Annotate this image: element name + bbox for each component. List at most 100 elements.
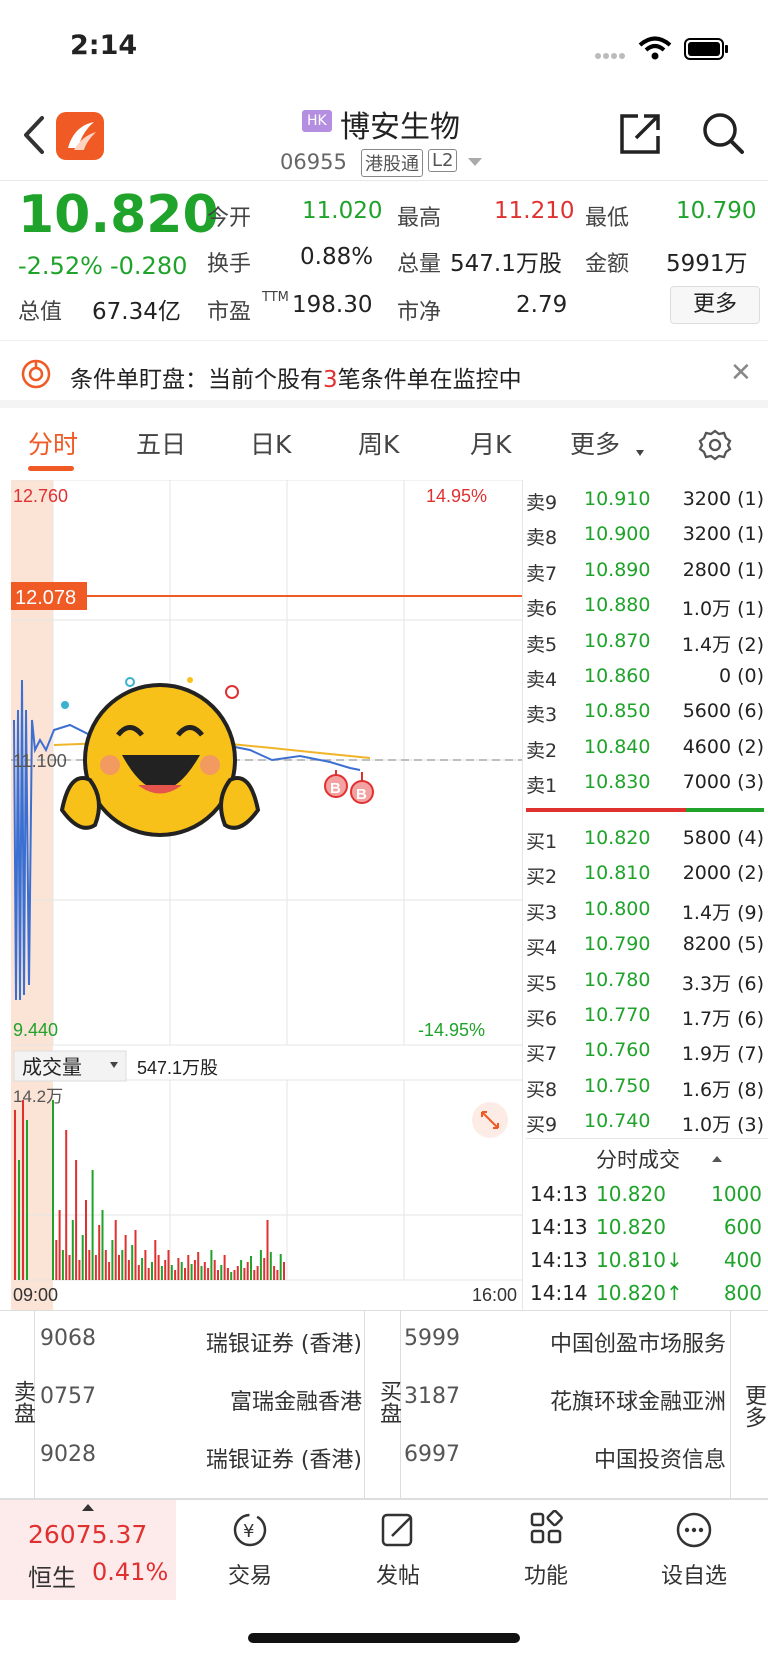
volume-bar xyxy=(98,1225,101,1280)
time-end-label: 16:00 xyxy=(472,1285,517,1305)
order-price: 10.780 xyxy=(584,968,651,991)
order-row[interactable]: 买1 10.820 5800 (4) xyxy=(526,823,768,858)
nav-watchlist[interactable]: 设自选 xyxy=(644,1510,744,1590)
volume-bar xyxy=(193,1260,196,1280)
nav-functions[interactable]: 功能 xyxy=(496,1509,596,1590)
order-volume: 1.4万 (9) xyxy=(681,901,764,924)
divider xyxy=(526,1138,768,1139)
broker-row[interactable]: 9028 瑞银证券 (香港) xyxy=(40,1442,364,1500)
order-label: 卖4 xyxy=(526,668,558,691)
volume-bar xyxy=(203,1262,206,1280)
volume-bar xyxy=(190,1264,193,1280)
search-icon[interactable] xyxy=(700,110,746,156)
tab-week-k[interactable]: 周K xyxy=(358,425,399,461)
volume-bar xyxy=(75,1160,78,1280)
volume-bar xyxy=(236,1266,239,1280)
order-row[interactable]: 买7 10.760 1.9万 (7) xyxy=(526,1035,768,1070)
order-row[interactable]: 卖8 10.900 3200 (1) xyxy=(526,519,768,554)
price-high-label: 12.760 xyxy=(13,486,68,506)
amount-value: 5991万 xyxy=(666,251,748,277)
tab-intraday[interactable]: 分时 xyxy=(28,425,78,461)
volume-bar xyxy=(71,1220,74,1280)
volume-bar xyxy=(22,1100,24,1280)
buy-marker[interactable]: B xyxy=(324,770,348,798)
order-row[interactable]: 卖5 10.870 1.4万 (2) xyxy=(526,626,768,661)
intraday-chart[interactable]: 12.078 B B 12.760 14.95% 11.100 9.440 -1… xyxy=(10,480,522,1310)
nav-trade[interactable]: ¥ 交易 xyxy=(200,1510,300,1590)
order-row[interactable]: 买4 10.790 8200 (5) xyxy=(526,929,768,964)
volume-bar xyxy=(14,1110,16,1280)
tab-indicator xyxy=(28,466,74,471)
price-low-label: 9.440 xyxy=(13,1020,58,1040)
edit-icon xyxy=(381,1513,413,1547)
order-row[interactable]: 卖3 10.850 5600 (6) xyxy=(526,696,768,731)
order-price: 10.890 xyxy=(584,558,651,581)
order-row[interactable]: 卖7 10.890 2800 (1) xyxy=(526,555,768,590)
volume-bar xyxy=(233,1270,236,1280)
order-volume: 5800 (4) xyxy=(682,827,764,849)
order-price: 10.790 xyxy=(584,933,651,956)
order-volume: 1.9万 (7) xyxy=(681,1043,764,1066)
tab-day-k[interactable]: 日K xyxy=(250,425,291,461)
order-row[interactable]: 买6 10.770 1.7万 (6) xyxy=(526,1000,768,1035)
broker-row[interactable]: 5999 中国创盈市场服务 xyxy=(404,1326,728,1384)
broker-row[interactable]: 9068 瑞银证券 (香港) xyxy=(40,1326,364,1384)
volume-bar xyxy=(207,1268,210,1280)
volume-bar xyxy=(223,1255,226,1280)
order-row[interactable]: 卖2 10.840 4600 (2) xyxy=(526,732,768,767)
brokers-more-button[interactable]: 更多 xyxy=(737,1384,768,1428)
tab-more[interactable]: 更多 xyxy=(570,425,620,461)
app-logo xyxy=(56,112,104,160)
buy-broker-list: 5999 中国创盈市场服务 3187 花旗环球金融亚洲 6997 中国投资信息 xyxy=(404,1326,728,1500)
broker-row[interactable]: 6997 中国投资信息 xyxy=(404,1442,728,1500)
order-price: 10.830 xyxy=(584,771,651,794)
prev-close-label: 11.100 xyxy=(13,751,67,771)
order-volume: 4600 (2) xyxy=(682,735,764,758)
mktcap-value: 67.34亿 xyxy=(92,299,181,325)
volume-bar xyxy=(94,1255,97,1280)
level-tag: L2 xyxy=(428,149,458,172)
close-icon[interactable]: ✕ xyxy=(730,358,752,388)
high-value: 11.210 xyxy=(494,198,575,224)
volume-bar xyxy=(52,1100,54,1280)
time-start-label: 09:00 xyxy=(13,1285,58,1305)
order-price: 10.770 xyxy=(584,1003,651,1026)
gear-icon[interactable] xyxy=(698,428,732,462)
signal-icon xyxy=(595,53,625,59)
order-row[interactable]: 买5 10.780 3.3万 (6) xyxy=(526,965,768,1000)
order-row[interactable]: 卖4 10.860 0 (0) xyxy=(526,661,768,696)
order-row[interactable]: 卖6 10.880 1.0万 (1) xyxy=(526,590,768,625)
order-row[interactable]: 买3 10.800 1.4万 (9) xyxy=(526,894,768,929)
tab-month-k[interactable]: 月K xyxy=(470,425,511,461)
tab-five-day[interactable]: 五日 xyxy=(136,425,186,461)
broker-row[interactable]: 3187 花旗环球金融亚洲 xyxy=(404,1384,728,1442)
nav-post[interactable]: 发帖 xyxy=(348,1510,448,1590)
volume-selector[interactable]: 成交量 xyxy=(22,1056,82,1079)
order-volume: 1.0万 (3) xyxy=(681,1114,764,1137)
broker-code: 0757 xyxy=(40,1384,96,1409)
share-icon[interactable] xyxy=(618,112,662,156)
buy-marker[interactable]: B xyxy=(350,772,374,804)
order-label: 买1 xyxy=(526,831,558,853)
order-row[interactable]: 卖9 10.910 3200 (1) xyxy=(526,484,768,519)
broker-row[interactable]: 0757 富瑞金融香港 xyxy=(40,1384,364,1442)
wifi-icon xyxy=(638,36,672,60)
divider xyxy=(730,1310,731,1498)
nav-functions-label: 功能 xyxy=(523,1564,568,1589)
laughing-emoji-sticker xyxy=(59,677,261,837)
order-row[interactable]: 买9 10.740 1.0万 (3) xyxy=(526,1106,768,1141)
back-button[interactable] xyxy=(18,112,48,158)
volume-bar xyxy=(134,1230,137,1280)
order-volume: 1.6万 (8) xyxy=(681,1078,764,1101)
chevron-down-icon[interactable] xyxy=(468,158,482,166)
order-row[interactable]: 卖1 10.830 7000 (3) xyxy=(526,767,768,802)
trade-icon: ¥ xyxy=(233,1513,267,1547)
volume-bar xyxy=(55,1240,58,1280)
order-label: 买4 xyxy=(526,937,558,960)
more-quote-button[interactable]: 更多 xyxy=(670,286,760,324)
order-price: 10.810 xyxy=(584,862,651,885)
trades-title[interactable]: 分时成交 xyxy=(596,1144,680,1174)
pe-ttm-sup: TTM xyxy=(262,290,289,305)
order-row[interactable]: 买8 10.750 1.6万 (8) xyxy=(526,1071,768,1106)
order-row[interactable]: 买2 10.810 2000 (2) xyxy=(526,858,768,893)
